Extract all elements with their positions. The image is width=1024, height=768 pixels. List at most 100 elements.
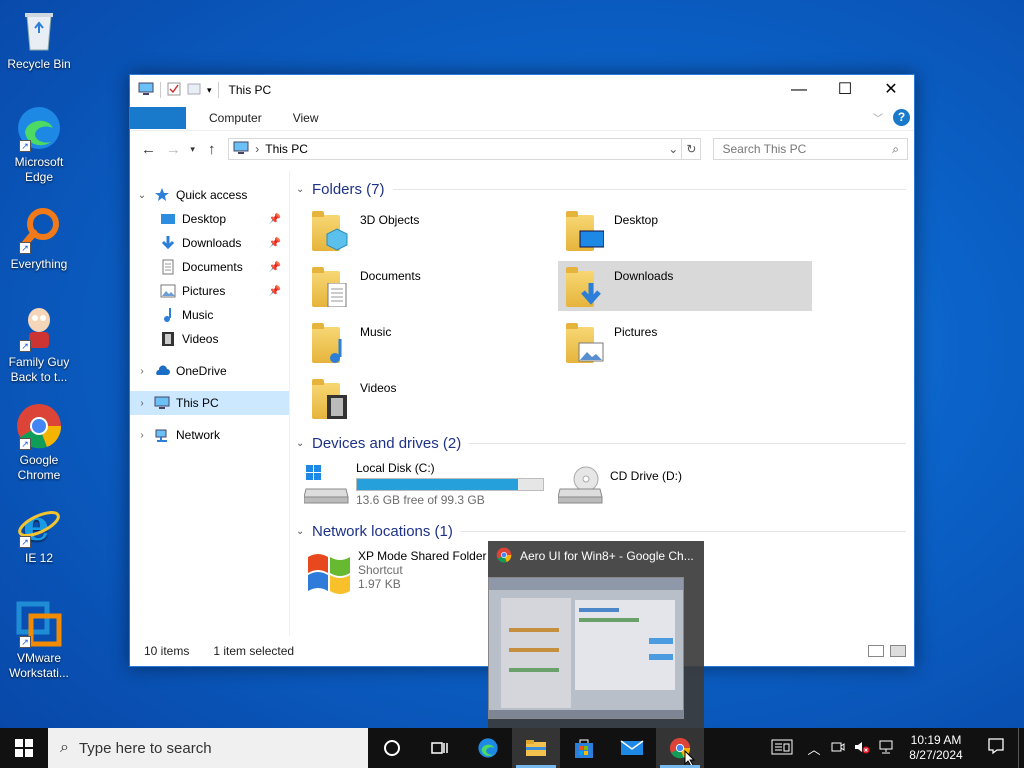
close-button[interactable]: ✕ <box>868 75 914 105</box>
chevron-down-icon[interactable]: ⌄ <box>665 142 681 156</box>
drive-d[interactable]: CD Drive (D:) <box>557 461 812 513</box>
forward-arrow-icon[interactable]: → <box>161 141 186 158</box>
cortana-circle-icon <box>384 740 400 756</box>
folder-desktop[interactable]: Desktop <box>558 205 812 255</box>
nav-item-music[interactable]: Music <box>130 303 289 327</box>
nav-network[interactable]: › Network <box>130 423 289 447</box>
meet-now-icon[interactable] <box>826 740 850 757</box>
expand-ribbon-icon[interactable]: ﹀ <box>873 110 883 125</box>
system-tray: ︿ 10:19 AM 8/27/2024 <box>762 728 1024 768</box>
group-header-devices[interactable]: ⌄ Devices and drives (2) <box>296 429 906 457</box>
tab-view[interactable]: View <box>285 111 327 125</box>
volume-muted-icon[interactable] <box>850 740 874 757</box>
cortana-button[interactable] <box>368 728 416 768</box>
task-view-button[interactable] <box>416 728 464 768</box>
breadcrumb[interactable]: This PC <box>265 142 308 156</box>
news-widget-icon[interactable] <box>762 739 802 758</box>
file-tab[interactable] <box>130 106 186 129</box>
desktop-icon-everything[interactable]: ↗ Everything <box>4 206 74 272</box>
address-bar[interactable]: › This PC ⌄ <box>228 138 683 160</box>
nav-item-downloads[interactable]: Downloads 📌 <box>130 231 289 255</box>
large-icons-view-icon[interactable] <box>890 645 906 657</box>
chevron-right-icon[interactable]: › <box>134 430 150 441</box>
drive-free-space: 13.6 GB free of 99.3 GB <box>356 493 485 507</box>
chevron-down-icon[interactable]: ⌄ <box>296 438 312 449</box>
title-bar[interactable]: ▾ This PC — ☐ ✕ <box>130 75 914 105</box>
properties-icon[interactable] <box>167 82 181 99</box>
desktop-icon-ie[interactable]: e ↗ IE 12 <box>4 500 74 566</box>
nav-onedrive[interactable]: › OneDrive <box>130 359 289 383</box>
drive-c[interactable]: Local Disk (C:) 13.6 GB free of 99.3 GB <box>303 461 558 513</box>
refresh-icon[interactable]: ↻ <box>682 138 702 160</box>
recycle-bin-icon <box>15 6 63 54</box>
folder-pictures[interactable]: Pictures <box>558 317 812 367</box>
clock-date: 8/27/2024 <box>909 748 963 762</box>
folder-music-icon <box>308 321 352 365</box>
tab-computer[interactable]: Computer <box>201 111 270 125</box>
pin-icon[interactable]: 📌 <box>269 286 281 297</box>
new-folder-icon[interactable] <box>187 82 201 99</box>
nav-item-documents[interactable]: Documents 📌 <box>130 255 289 279</box>
desktop-icon-vmware[interactable]: ↗ VMware Workstati... <box>4 600 74 681</box>
chevron-up-icon[interactable]: ︿ <box>802 739 826 758</box>
nav-this-pc[interactable]: › This PC <box>130 391 289 415</box>
details-view-icon[interactable] <box>868 645 884 657</box>
pin-icon[interactable]: 📌 <box>269 214 281 225</box>
shortcut-arrow-icon: ↗ <box>19 340 31 352</box>
nav-quick-access[interactable]: ⌄ Quick access <box>130 183 289 207</box>
drive-name: Local Disk (C:) <box>356 461 435 475</box>
taskbar-search-box[interactable]: ⌕ Type here to search <box>48 728 368 768</box>
taskbar-microsoft-store[interactable] <box>560 728 608 768</box>
pin-icon[interactable]: 📌 <box>269 238 281 249</box>
clock[interactable]: 10:19 AM 8/27/2024 <box>898 733 974 763</box>
taskbar-thumbnail-preview[interactable]: Aero UI for Win8+ - Google Ch... <box>488 541 704 728</box>
folder-grid: 3D Objects Desktop Documents Downloads M… <box>296 203 906 429</box>
chevron-right-icon[interactable]: › <box>134 398 150 409</box>
start-button[interactable] <box>0 728 48 768</box>
drive-usage-bar <box>356 478 544 491</box>
desktop-icon-recycle-bin[interactable]: Recycle Bin <box>4 6 74 72</box>
pictures-icon <box>160 283 176 299</box>
folder-3d-objects[interactable]: 3D Objects <box>304 205 558 255</box>
folder-music[interactable]: Music <box>304 317 558 367</box>
window-title: This PC <box>228 83 272 97</box>
chevron-right-icon[interactable]: › <box>134 366 150 377</box>
show-desktop-button[interactable] <box>1018 728 1024 768</box>
windows-xp-logo-icon <box>304 549 356 599</box>
taskbar-mail[interactable] <box>608 728 656 768</box>
folder-downloads[interactable]: Downloads <box>558 261 812 311</box>
chevron-down-icon[interactable]: ⌄ <box>134 190 150 201</box>
nav-item-videos[interactable]: Videos <box>130 327 289 351</box>
desktop-icon-family-guy[interactable]: ↗ Family Guy Back to t... <box>4 304 74 385</box>
nav-item-pictures[interactable]: Pictures 📌 <box>130 279 289 303</box>
back-arrow-icon[interactable]: ← <box>136 141 161 158</box>
maximize-button[interactable]: ☐ <box>822 75 868 105</box>
nav-label: Videos <box>182 332 219 346</box>
pin-icon[interactable]: 📌 <box>269 262 281 273</box>
chevron-down-icon[interactable]: ⌄ <box>296 526 312 537</box>
group-title: Folders (7) <box>312 180 385 198</box>
desktop-icon-label: VMware Workstati... <box>9 651 69 680</box>
nav-item-desktop[interactable]: Desktop 📌 <box>130 207 289 231</box>
desktop-icon-chrome[interactable]: ↗ Google Chrome <box>4 402 74 483</box>
family-guy-icon: ↗ <box>15 304 63 352</box>
recent-locations-icon[interactable]: ▾ <box>186 144 199 155</box>
taskbar-edge[interactable] <box>464 728 512 768</box>
group-header-folders[interactable]: ⌄ Folders (7) <box>296 175 906 203</box>
folder-name: Downloads <box>614 269 674 283</box>
taskbar-chrome[interactable] <box>656 728 704 768</box>
folder-videos[interactable]: Videos <box>304 373 558 423</box>
help-icon[interactable]: ? <box>893 109 910 126</box>
search-input[interactable]: Search This PC ⌕ <box>713 138 908 160</box>
folder-documents[interactable]: Documents <box>304 261 558 311</box>
taskbar-file-explorer[interactable] <box>512 728 560 768</box>
action-center-icon[interactable] <box>974 737 1018 760</box>
minimize-button[interactable]: — <box>776 75 822 105</box>
nav-label: OneDrive <box>176 364 227 378</box>
network-ethernet-icon[interactable] <box>874 740 898 757</box>
star-icon <box>154 187 170 203</box>
desktop-icon-edge[interactable]: ↗ Microsoft Edge <box>4 104 74 185</box>
chevron-down-icon[interactable]: ⌄ <box>296 184 312 195</box>
up-arrow-icon[interactable]: ↑ <box>199 141 224 158</box>
customize-toolbar-icon[interactable]: ▾ <box>207 85 212 96</box>
